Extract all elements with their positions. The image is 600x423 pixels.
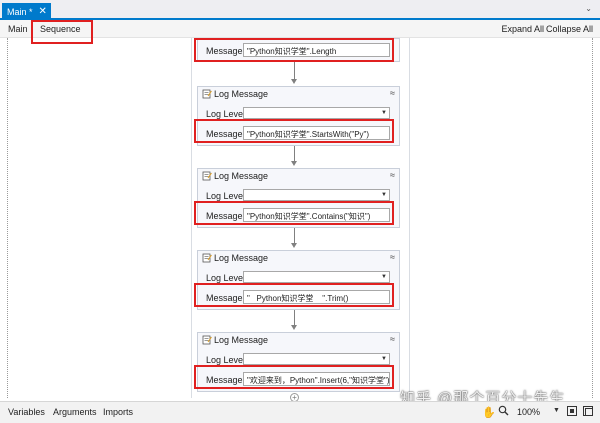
highlight-box (194, 283, 394, 307)
collapse-icon[interactable]: ≈ (390, 252, 395, 262)
highlight-box (194, 38, 394, 62)
zoom-level[interactable]: 100% (517, 407, 540, 417)
activity-header: Log Message ≈ (198, 169, 399, 184)
collapse-icon[interactable]: ≈ (390, 88, 395, 98)
connector-line (294, 146, 295, 161)
collapse-all-link[interactable]: Collapse All (546, 24, 593, 34)
close-icon[interactable]: ✕ (39, 6, 47, 17)
imports-tab[interactable]: Imports (103, 407, 133, 417)
highlight-box (194, 119, 394, 143)
log-message-icon (202, 253, 212, 263)
tab-main-label: Main * (7, 6, 33, 17)
expand-all-link[interactable]: Expand All (501, 24, 544, 34)
connector-arrow (291, 325, 297, 330)
variables-tab[interactable]: Variables (8, 407, 45, 417)
log-level-label: Log Leve (206, 109, 244, 119)
document-tab-bar: Main * ✕ ⌄ (0, 0, 600, 20)
log-level-select[interactable]: ▼ (243, 353, 390, 365)
log-level-label: Log Leve (206, 191, 244, 201)
hand-icon[interactable]: ✋ (482, 406, 496, 419)
activity-header: Log Message ≈ (198, 333, 399, 348)
log-message-icon (202, 171, 212, 181)
highlight-box (194, 365, 394, 389)
connector-arrow (291, 161, 297, 166)
bottom-bar: Variables Arguments Imports ✋ 100% ▼ (0, 401, 600, 423)
highlight-box (194, 201, 394, 225)
tab-main[interactable]: Main * ✕ (2, 3, 51, 20)
overview-icon[interactable] (583, 406, 593, 416)
connector-line (294, 228, 295, 243)
collapse-icon[interactable]: ≈ (390, 170, 395, 180)
breadcrumb-item-main[interactable]: Main (8, 24, 28, 34)
dropdown-arrow-icon: ▼ (381, 110, 387, 116)
chevron-down-icon[interactable]: ▼ (553, 407, 560, 414)
activity-header: Log Message ≈ (198, 251, 399, 266)
log-message-icon (202, 335, 212, 345)
dropdown-arrow-icon: ▼ (381, 274, 387, 280)
connector-arrow (291, 243, 297, 248)
activity-title: Log Message (214, 253, 269, 263)
log-level-select[interactable]: ▼ (243, 271, 390, 283)
log-level-label: Log Leve (206, 355, 244, 365)
dropdown-arrow-icon: ▼ (381, 192, 387, 198)
connector-line (294, 62, 295, 79)
collapse-icon[interactable]: ≈ (390, 334, 395, 344)
fit-screen-icon[interactable] (567, 406, 577, 416)
log-level-select[interactable]: ▼ (243, 107, 390, 119)
chevron-down-icon[interactable]: ⌄ (585, 4, 592, 13)
arguments-tab[interactable]: Arguments (53, 407, 97, 417)
dropdown-arrow-icon: ▼ (381, 356, 387, 362)
activity-title: Log Message (214, 171, 269, 181)
log-level-label: Log Leve (206, 273, 244, 283)
activity-header: Log Message ≈ (198, 87, 399, 102)
activity-title: Log Message (214, 89, 269, 99)
connector-arrow (291, 79, 297, 84)
search-icon[interactable] (498, 405, 509, 416)
connector-line (294, 310, 295, 325)
log-level-select[interactable]: ▼ (243, 189, 390, 201)
activity-title: Log Message (214, 335, 269, 345)
log-message-icon (202, 89, 212, 99)
